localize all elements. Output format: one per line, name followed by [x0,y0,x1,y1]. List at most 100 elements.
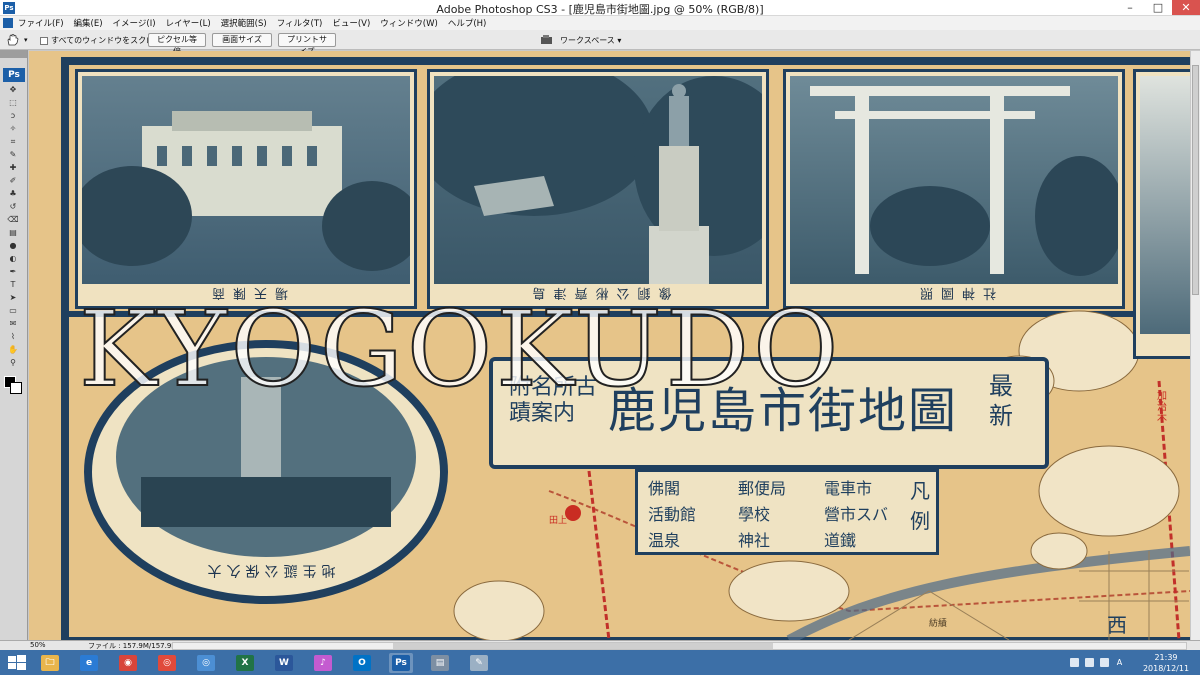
vertical-scrollbar[interactable] [1190,51,1200,640]
hand-icon[interactable] [6,34,20,46]
network-icon[interactable] [1085,658,1094,667]
menu-view[interactable]: ビュー(V) [332,17,370,29]
menu-image[interactable]: イメージ(I) [113,17,156,29]
itunes-taskbar-icon[interactable]: ♪ [311,653,335,673]
workspace-icon[interactable] [540,34,554,46]
clock-date: 2018/12/11 [1142,664,1190,673]
slice-tool-icon[interactable]: ✎ [7,149,19,160]
legend-item: 道鐵 [824,531,857,550]
map-label: 加治木 [1157,391,1167,424]
watermark-text: KYOGOKUDO [78,287,843,411]
paint-taskbar-icon[interactable]: ✎ [467,653,491,673]
eraser-tool-icon[interactable]: ⌫ [7,214,19,225]
dodge-tool-icon[interactable]: ◐ [7,253,19,264]
close-button[interactable]: ✕ [1172,0,1200,15]
clock-time: 21:39 [1154,653,1178,662]
move-tool-icon[interactable]: ✥ [7,84,19,95]
shape-tool-icon[interactable]: ▭ [7,305,19,316]
legend-item: 電車市 [824,479,873,498]
map-label: 田上 [549,516,568,526]
internet-explorer-taskbar-icon[interactable]: e [77,653,101,673]
minimize-button[interactable]: – [1116,0,1144,15]
chrome-alt-taskbar-icon[interactable]: ◎ [194,653,218,673]
scroll-all-checkbox[interactable] [40,36,48,45]
legend-item: 營市スバ [824,505,889,524]
title-bar: Ps Adobe Photoshop CS3 - [鹿児島市街地圖.jpg @ … [0,0,1200,16]
itunes-glyph: ♪ [314,655,332,671]
print-size-button[interactable]: プリントサイズ [278,33,336,56]
actual-pixels-button[interactable]: ピクセル等倍 [148,33,206,56]
excel-taskbar-icon[interactable]: X [233,653,257,673]
word-taskbar-icon[interactable]: W [272,653,296,673]
tool-preset-arrow-icon[interactable]: ▾ [24,36,28,44]
blur-tool-icon[interactable]: ● [7,240,19,251]
marquee-tool-icon[interactable]: ⬚ [7,97,19,108]
paint-glyph: ✎ [470,655,488,671]
clock[interactable]: 21:39 2018/12/11 [1138,652,1194,674]
chrome-alt-glyph: ◎ [197,655,215,671]
toolbox-header[interactable] [0,50,27,58]
legend-column-1: 電車市 營市スバ 道鐵 [824,476,912,554]
menu-filter[interactable]: フィルタ(T) [277,17,323,29]
flag-icon[interactable] [1070,658,1079,667]
path-selection-tool-icon[interactable]: ➤ [7,292,19,303]
menu-window[interactable]: ウィンドウ(W) [380,17,438,29]
system-tray: A [1070,658,1124,667]
horizontal-scroll-thumb[interactable] [393,643,773,649]
toolbox: Ps ✥ ⬚ ↄ ✧ ⌗ ✎ ✚ ✐ ♣ ↺ ⌫ ▤ ● ◐ ✒ T ➤ ▭ ✉ ⌇ ✋ ⚲ [0,50,28,640]
outlook-taskbar-icon[interactable]: O [350,653,374,673]
photo-commerce-exhibition: 場天陳商 [75,69,417,309]
map-label: 西 [1107,613,1127,637]
menu-help[interactable]: ヘルプ(H) [448,17,487,29]
zoom-level-field[interactable]: 50% [30,641,46,649]
status-bar: 50% ファイル : 157.9M/157.9M [0,640,1200,650]
legend-item: 神社 [738,531,771,550]
stamp-app-glyph: ◉ [119,655,137,671]
crop-tool-icon[interactable]: ⌗ [7,136,19,147]
stamp-app-taskbar-icon[interactable]: ◉ [116,653,140,673]
document-viewer-taskbar-icon[interactable]: ▤ [428,653,452,673]
magic-wand-tool-icon[interactable]: ✧ [7,123,19,134]
volume-icon[interactable] [1100,658,1109,667]
photoshop-taskbar-icon[interactable]: Ps [389,653,413,673]
map-legend: 佛閣 活動館 温泉 郵便局 學校 神社 電車市 營市スバ 道鐵 凡例 [635,469,939,555]
menu-layer[interactable]: レイヤー(L) [166,17,211,29]
menu-edit[interactable]: 編集(E) [74,17,103,29]
pen-tool-icon[interactable]: ✒ [7,266,19,277]
photo-partial-right [1133,69,1190,359]
chrome-taskbar-icon[interactable]: ◎ [155,653,179,673]
color-swatches[interactable] [0,374,28,400]
statue-illustration [434,76,762,284]
document-viewer-glyph: ▤ [431,655,449,671]
menu-select[interactable]: 選択範囲(S) [221,17,267,29]
maximize-button[interactable]: □ [1144,0,1172,15]
hand-tool-icon[interactable]: ✋ [7,344,19,355]
clone-stamp-tool-icon[interactable]: ♣ [7,188,19,199]
eyedropper-tool-icon[interactable]: ⌇ [7,331,19,342]
windows-start-icon[interactable] [6,654,28,672]
legend-title: 凡例 [910,479,930,533]
excel-glyph: X [236,655,254,671]
window-title: Adobe Photoshop CS3 - [鹿児島市街地圖.jpg @ 50%… [436,3,764,16]
horizontal-scrollbar[interactable] [172,642,1187,650]
photoshop-logo: Ps [3,68,25,82]
history-brush-tool-icon[interactable]: ↺ [7,201,19,212]
zoom-tool-icon[interactable]: ⚲ [7,357,19,368]
type-tool-icon[interactable]: T [7,279,19,290]
workspace-menu[interactable]: ワークスペース ▾ [560,35,621,46]
gradient-tool-icon[interactable]: ▤ [7,227,19,238]
notes-tool-icon[interactable]: ✉ [7,318,19,329]
brush-tool-icon[interactable]: ✐ [7,175,19,186]
document-canvas[interactable]: 場天陳商 像銅公彬齊津島 社神國照 地生誕公保久大 附名所古蹟案内 鹿児島市街地… [29,51,1190,640]
document-menu-icon[interactable] [3,18,13,28]
menu-file[interactable]: ファイル(F) [18,17,64,29]
fit-screen-button[interactable]: 画面サイズ [212,33,272,47]
file-explorer-taskbar-icon[interactable]: 🗀 [38,653,62,673]
background-color-swatch[interactable] [10,382,22,394]
legend-item: 郵便局 [738,479,787,498]
ime-icon[interactable]: A [1115,658,1124,667]
healing-brush-tool-icon[interactable]: ✚ [7,162,19,173]
word-glyph: W [275,655,293,671]
vertical-scroll-thumb[interactable] [1192,65,1199,295]
lasso-tool-icon[interactable]: ↄ [7,110,19,121]
